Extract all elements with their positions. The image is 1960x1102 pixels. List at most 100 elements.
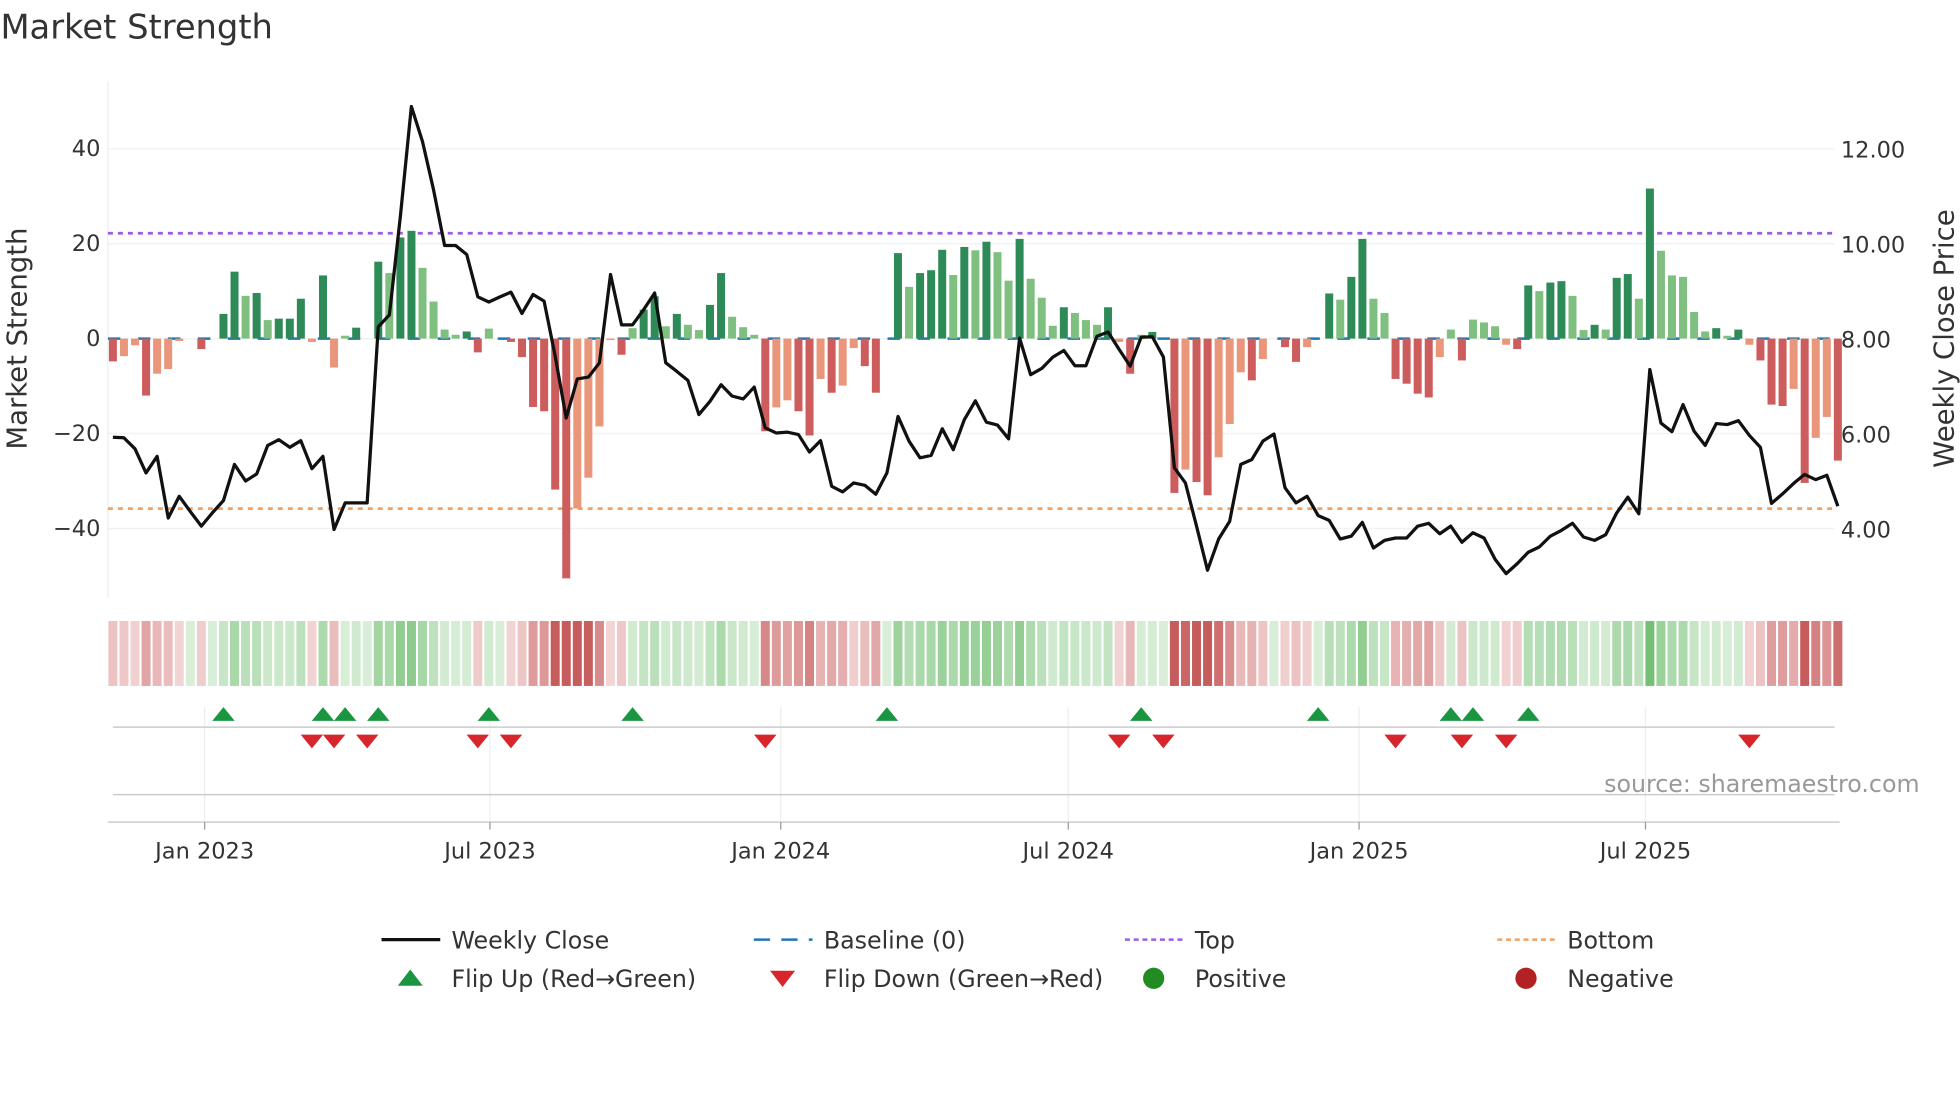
legend-item: Bottom (1497, 926, 1654, 954)
strip-cell (1391, 620, 1401, 686)
strength-bar (838, 338, 847, 386)
flip-up-marker (1517, 707, 1540, 721)
y-axis-label: Market Strength (2, 228, 34, 450)
strength-bar (1524, 285, 1533, 339)
strip-cell (1789, 620, 1799, 686)
strip-cell (672, 620, 682, 686)
strength-bar (1811, 338, 1820, 438)
strength-bar (1391, 338, 1400, 379)
strength-bar (230, 271, 239, 339)
strip-cell (1180, 620, 1190, 686)
strip-cell (1357, 620, 1367, 686)
legend-label: Flip Up (Red→Green) (451, 965, 696, 993)
flip-down-marker (1107, 734, 1131, 749)
strip-cell (1026, 620, 1036, 686)
strip-cell (871, 620, 881, 686)
strip-cell (307, 620, 317, 686)
strip-cell (1048, 620, 1058, 686)
strip-cell (782, 620, 792, 686)
strength-bar (1634, 298, 1643, 339)
strip-cell (1346, 620, 1356, 686)
strip-cell (827, 620, 837, 686)
strength-bar (1745, 338, 1754, 345)
strength-bar (1513, 338, 1522, 350)
y2-tick-label: 10.00 (1841, 232, 1905, 258)
flip-down-marker (1152, 734, 1175, 749)
strength-bar (241, 295, 250, 339)
strength-bar (1004, 280, 1013, 339)
strength-bar (1690, 312, 1699, 339)
legend-label: Bottom (1567, 926, 1654, 954)
flip-up-marker (1306, 707, 1330, 721)
strength-bar (1258, 338, 1267, 360)
legend-item: Baseline (0) (753, 926, 966, 954)
strength-bar (1026, 278, 1035, 339)
strength-bar (805, 338, 814, 436)
strength-bar (1756, 338, 1765, 361)
strip-cell (473, 620, 483, 686)
strength-bar (440, 329, 449, 339)
strength-bar (1601, 329, 1610, 339)
strip-cell (1733, 620, 1743, 686)
strip-cell (937, 620, 947, 686)
strip-cell (1645, 620, 1655, 686)
y2-ticks: 12.00 10.00 8.00 6.00 4.00 (1841, 137, 1905, 543)
strip-cell (1512, 620, 1522, 686)
strength-bar (717, 273, 726, 339)
strength-bar (119, 338, 128, 357)
strength-bar (1336, 299, 1345, 339)
strip-cell (196, 620, 206, 686)
strip-cell (882, 620, 892, 686)
strip-cell (1136, 620, 1146, 686)
flip-up-marker (212, 707, 235, 721)
strip-cell (959, 620, 969, 686)
flip-up-marker (333, 707, 357, 721)
strength-bar (352, 327, 361, 339)
strip-cell (926, 620, 936, 686)
strip-cell (1833, 620, 1843, 686)
strip-cell (528, 620, 538, 686)
x-tick-label: Jan 2023 (153, 838, 254, 864)
y-tick-label: 40 (72, 136, 101, 162)
strength-bar (739, 327, 748, 339)
strip-cell (1380, 620, 1390, 686)
strength-bar (905, 286, 914, 339)
strip-cell (1811, 620, 1821, 686)
strip-cell (1004, 620, 1014, 686)
strip-cell (992, 620, 1002, 686)
strip-cell (628, 620, 638, 686)
strip-cell (550, 620, 560, 686)
flip-down-marker (1738, 734, 1761, 749)
strip-cell (793, 620, 803, 686)
strip-cell (451, 620, 461, 686)
strip-cell (1125, 620, 1135, 686)
strip-cell (119, 620, 129, 686)
market-strength-chart: Market Strength Market Strength Weekly C… (0, 8, 1960, 993)
weekly-close-line (112, 104, 1840, 576)
strip-cell (1269, 620, 1279, 686)
source-note: source: sharemaestro.com (1604, 770, 1919, 798)
strip-cell (163, 620, 173, 686)
strip-cell (1678, 620, 1688, 686)
strength-bar (1070, 312, 1079, 339)
strength-bar (1590, 324, 1599, 339)
strip-cell (1247, 620, 1257, 686)
strip-cell (1656, 620, 1666, 686)
strength-bar (1557, 281, 1566, 339)
strip-cell (1092, 620, 1102, 686)
strength-bar (318, 275, 327, 339)
strength-bar (1701, 331, 1710, 339)
strength-bar (1778, 338, 1787, 407)
legend-label: Positive (1195, 965, 1286, 993)
strength-bar (1358, 238, 1367, 339)
strip-cell (771, 620, 781, 686)
strip-cell (296, 620, 306, 686)
strength-bar (694, 330, 703, 339)
strength-bar (893, 253, 902, 339)
flip-markers (107, 707, 1840, 823)
strength-bar (562, 338, 571, 579)
strength-bar (1579, 330, 1588, 339)
legend-item: Weekly Close (381, 926, 609, 954)
strength-bar (1303, 338, 1312, 348)
strength-bar (1292, 338, 1301, 362)
